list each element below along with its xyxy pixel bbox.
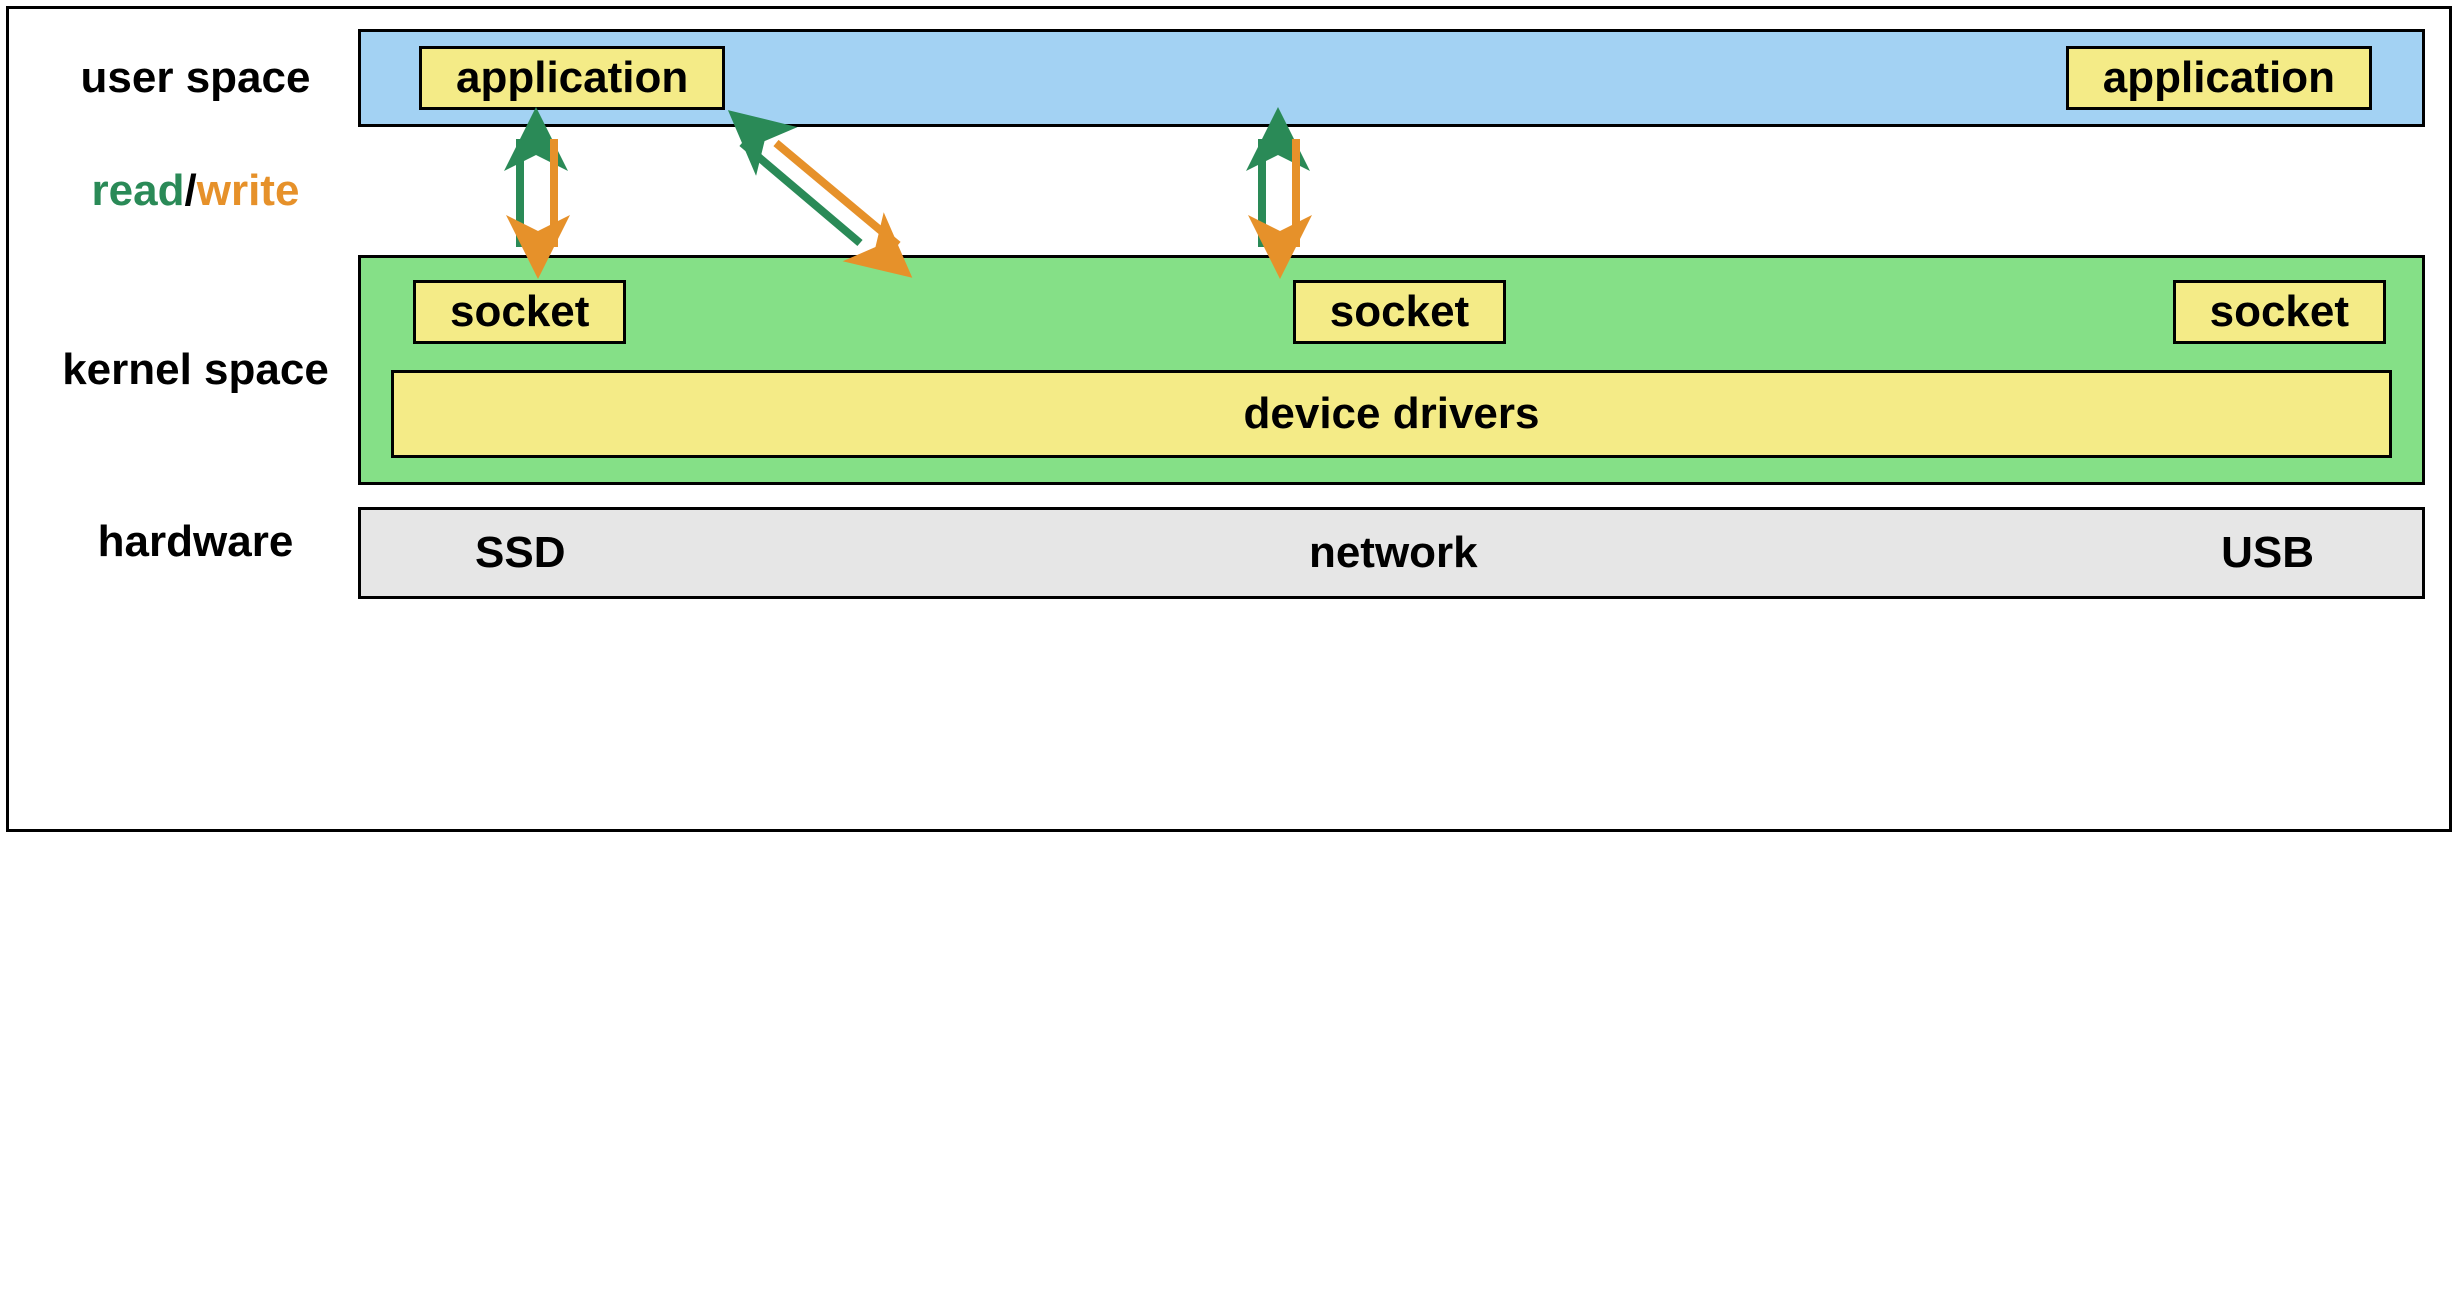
hw-item-network: network xyxy=(1309,528,1478,578)
arrows-stage xyxy=(358,127,2425,255)
spacer xyxy=(644,280,1274,344)
row-kernel-space: kernel space socket socket socket device… xyxy=(33,255,2425,485)
application-box-2: application xyxy=(2066,46,2372,110)
label-user-space: user space xyxy=(33,54,358,102)
arrow-read-3-icon xyxy=(1250,131,1274,251)
hardware-col: SSD network USB xyxy=(358,485,2425,599)
label-slash: / xyxy=(185,166,197,215)
spacer xyxy=(1524,280,2154,344)
application-box-1: application xyxy=(419,46,725,110)
hw-item-usb: USB xyxy=(2221,528,2314,578)
hw-item-ssd: SSD xyxy=(475,528,565,578)
label-read-write: read/write xyxy=(33,167,358,215)
kernel-space-band: socket socket socket device drivers xyxy=(358,255,2425,485)
label-hardware: hardware xyxy=(33,518,358,566)
label-read: read xyxy=(92,166,185,215)
socket-box-1: socket xyxy=(413,280,626,344)
arrow-write-1-icon xyxy=(542,131,566,251)
arrow-write-3-icon xyxy=(1284,131,1308,251)
label-write: write xyxy=(197,166,300,215)
row-hardware: hardware SSD network USB xyxy=(33,485,2425,599)
diagram-frame: user space application application read/… xyxy=(6,6,2452,832)
user-space-col: application application xyxy=(358,29,2425,127)
row-user-space: user space application application xyxy=(33,29,2425,127)
kernel-space-col: socket socket socket device drivers xyxy=(358,255,2425,485)
socket-row: socket socket socket xyxy=(391,280,2392,344)
device-drivers-box: device drivers xyxy=(391,370,2392,458)
user-space-band: application application xyxy=(358,29,2425,127)
label-kernel-space: kernel space xyxy=(33,346,358,394)
arrow-write-2-icon xyxy=(758,135,918,255)
socket-box-2: socket xyxy=(1293,280,1506,344)
socket-box-3: socket xyxy=(2173,280,2386,344)
row-read-write: read/write xyxy=(33,127,2425,255)
hardware-band: SSD network USB xyxy=(358,507,2425,599)
arrow-read-1-icon xyxy=(508,131,532,251)
